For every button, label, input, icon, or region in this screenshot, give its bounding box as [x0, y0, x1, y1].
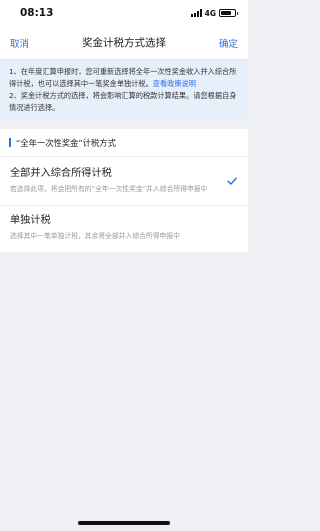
notice-line-2: 2、奖金计税方式的选择，将会影响汇算的税款计算结果。请您根据自身情况进行选择。	[9, 91, 237, 112]
status-indicators: 4G	[190, 8, 238, 18]
notice-line-1: 1、在年度汇算申报时，您可重新选择将全年一次性奖金收入并入综合所得计税，也可以选…	[9, 66, 239, 90]
signal-icon	[190, 9, 202, 17]
page-title: 奖金计税方式选择	[82, 37, 166, 49]
option-title: 全部并入综合所得计税	[10, 168, 112, 179]
status-time: 08:13	[20, 7, 54, 19]
nav-bar: 取消 奖金计税方式选择 确定	[0, 26, 248, 60]
notice-panel: 1、在年度汇算申报时，您可重新选择将全年一次性奖金收入并入综合所得计税，也可以选…	[0, 60, 248, 121]
option-separate[interactable]: 单独计税 选择其中一笔单独计税，其余将全部并入综合所得申报中	[0, 205, 248, 252]
section-title: “全年一次性奖金”计税方式	[16, 137, 116, 148]
confirm-button[interactable]: 确定	[219, 36, 238, 50]
option-combined[interactable]: 全部并入综合所得计税 若选择此项，将会把所有的“全年一次性奖金”并入综合所得申报…	[0, 157, 248, 205]
check-icon	[227, 177, 237, 185]
section-accent-bar	[9, 138, 11, 147]
network-label: 4G	[204, 8, 216, 18]
notice-line-1-text: 1、在年度汇算申报时，您可重新选择将全年一次性奖金收入并入综合所得计税，也可以选…	[9, 67, 237, 88]
option-desc: 若选择此项，将会把所有的“全年一次性奖金”并入综合所得申报中	[10, 185, 208, 193]
section-header: “全年一次性奖金”计税方式	[0, 129, 248, 157]
battery-icon	[219, 9, 238, 17]
option-desc: 选择其中一笔单独计税，其余将全部并入综合所得申报中	[10, 232, 180, 240]
cancel-button[interactable]: 取消	[10, 36, 29, 50]
status-bar: 08:13 4G	[0, 0, 248, 26]
home-indicator	[78, 521, 170, 525]
option-title: 单独计税	[10, 215, 51, 226]
policy-link[interactable]: 查看政策说明	[153, 79, 196, 88]
